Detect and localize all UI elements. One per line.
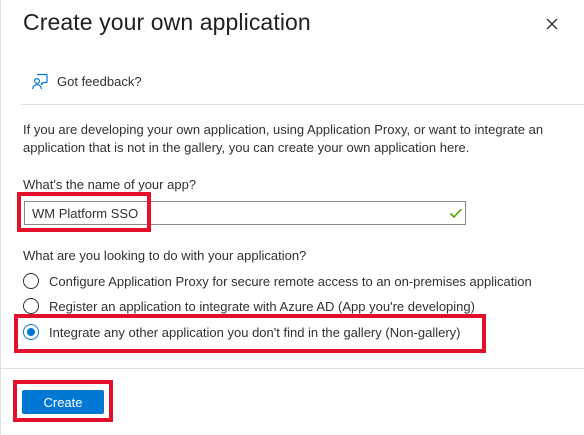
app-name-label: What's the name of your app? bbox=[23, 177, 197, 192]
app-name-field[interactable] bbox=[24, 201, 466, 225]
option-label: Register an application to integrate wit… bbox=[49, 298, 475, 314]
create-app-panel: Create your own application Got feedback… bbox=[0, 0, 584, 435]
option-label: Configure Application Proxy for secure r… bbox=[49, 273, 532, 289]
purpose-question-label: What are you looking to do with your app… bbox=[23, 248, 307, 263]
radio-register-app[interactable] bbox=[23, 298, 39, 314]
option-application-proxy[interactable]: Configure Application Proxy for secure r… bbox=[23, 273, 532, 289]
footer-divider bbox=[1, 368, 584, 369]
option-label: Integrate any other application you don'… bbox=[49, 324, 461, 340]
close-button[interactable] bbox=[541, 13, 563, 35]
app-name-input[interactable] bbox=[32, 205, 432, 221]
feedback-link[interactable]: Got feedback? bbox=[31, 72, 142, 90]
checkmark-icon bbox=[449, 208, 463, 219]
option-register-app[interactable]: Register an application to integrate wit… bbox=[23, 298, 475, 314]
page-title: Create your own application bbox=[23, 9, 311, 35]
close-icon bbox=[546, 18, 558, 30]
option-non-gallery[interactable]: Integrate any other application you don'… bbox=[23, 324, 461, 340]
radio-application-proxy[interactable] bbox=[23, 273, 39, 289]
feedback-label: Got feedback? bbox=[57, 73, 142, 89]
feedback-person-icon bbox=[31, 73, 48, 90]
header-divider bbox=[21, 104, 584, 105]
intro-text: If you are developing your own applicati… bbox=[23, 122, 544, 155]
create-button[interactable]: Create bbox=[22, 390, 104, 414]
radio-non-gallery[interactable] bbox=[23, 324, 39, 340]
